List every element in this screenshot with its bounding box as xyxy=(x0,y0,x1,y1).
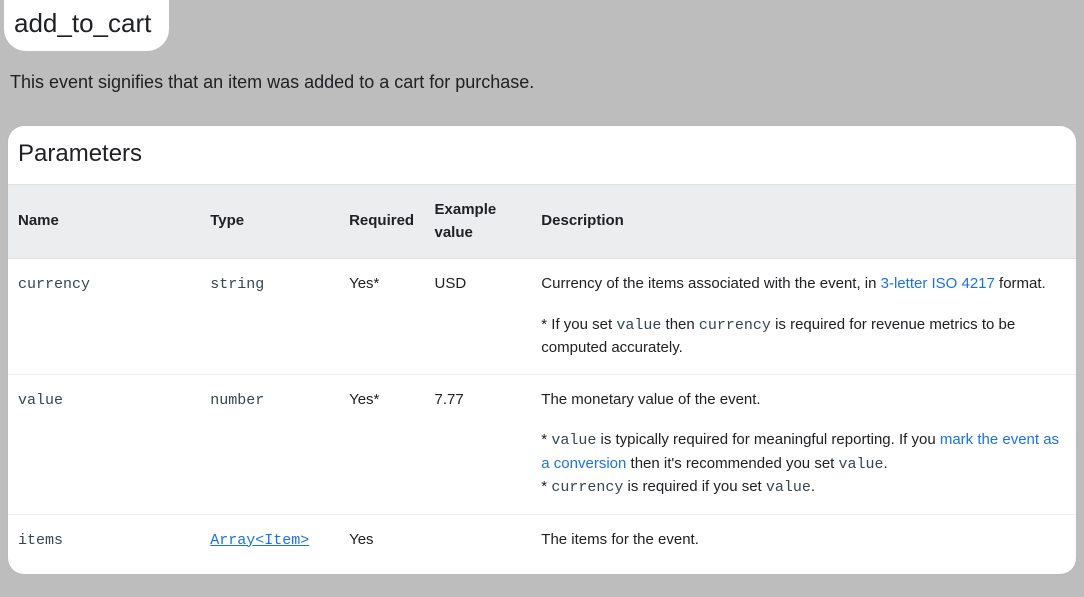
col-name: Name xyxy=(8,185,200,259)
param-required: Yes* xyxy=(339,259,424,375)
param-type: string xyxy=(210,276,264,293)
parameters-table: Name Type Required Example value Descrip… xyxy=(8,184,1076,566)
param-description: The items for the event. xyxy=(531,514,1076,566)
col-example: Example value xyxy=(425,185,532,259)
parameters-heading: Parameters xyxy=(8,126,1076,184)
type-link-array-item[interactable]: Array<Item> xyxy=(210,532,309,549)
table-row: value number Yes* 7.77 The monetary valu… xyxy=(8,374,1076,514)
table-header-row: Name Type Required Example value Descrip… xyxy=(8,185,1076,259)
page-description: This event signifies that an item was ad… xyxy=(10,69,1084,96)
param-description: Currency of the items associated with th… xyxy=(531,259,1076,375)
table-row: currency string Yes* USD Currency of the… xyxy=(8,259,1076,375)
page-title: add_to_cart xyxy=(4,0,169,51)
param-type: number xyxy=(210,392,264,409)
param-example xyxy=(425,514,532,566)
col-required: Required xyxy=(339,185,424,259)
col-description: Description xyxy=(531,185,1076,259)
param-name: currency xyxy=(18,276,90,293)
param-description: The monetary value of the event. * value… xyxy=(531,374,1076,514)
parameters-card: Parameters Name Type Required Example va… xyxy=(8,126,1076,574)
table-row: items Array<Item> Yes The items for the … xyxy=(8,514,1076,566)
param-name: items xyxy=(18,532,63,549)
iso-4217-link[interactable]: 3-letter ISO 4217 xyxy=(881,275,995,292)
param-required: Yes xyxy=(339,514,424,566)
param-example: 7.77 xyxy=(425,374,532,514)
col-type: Type xyxy=(200,185,339,259)
param-name: value xyxy=(18,392,63,409)
param-required: Yes* xyxy=(339,374,424,514)
param-example: USD xyxy=(425,259,532,375)
